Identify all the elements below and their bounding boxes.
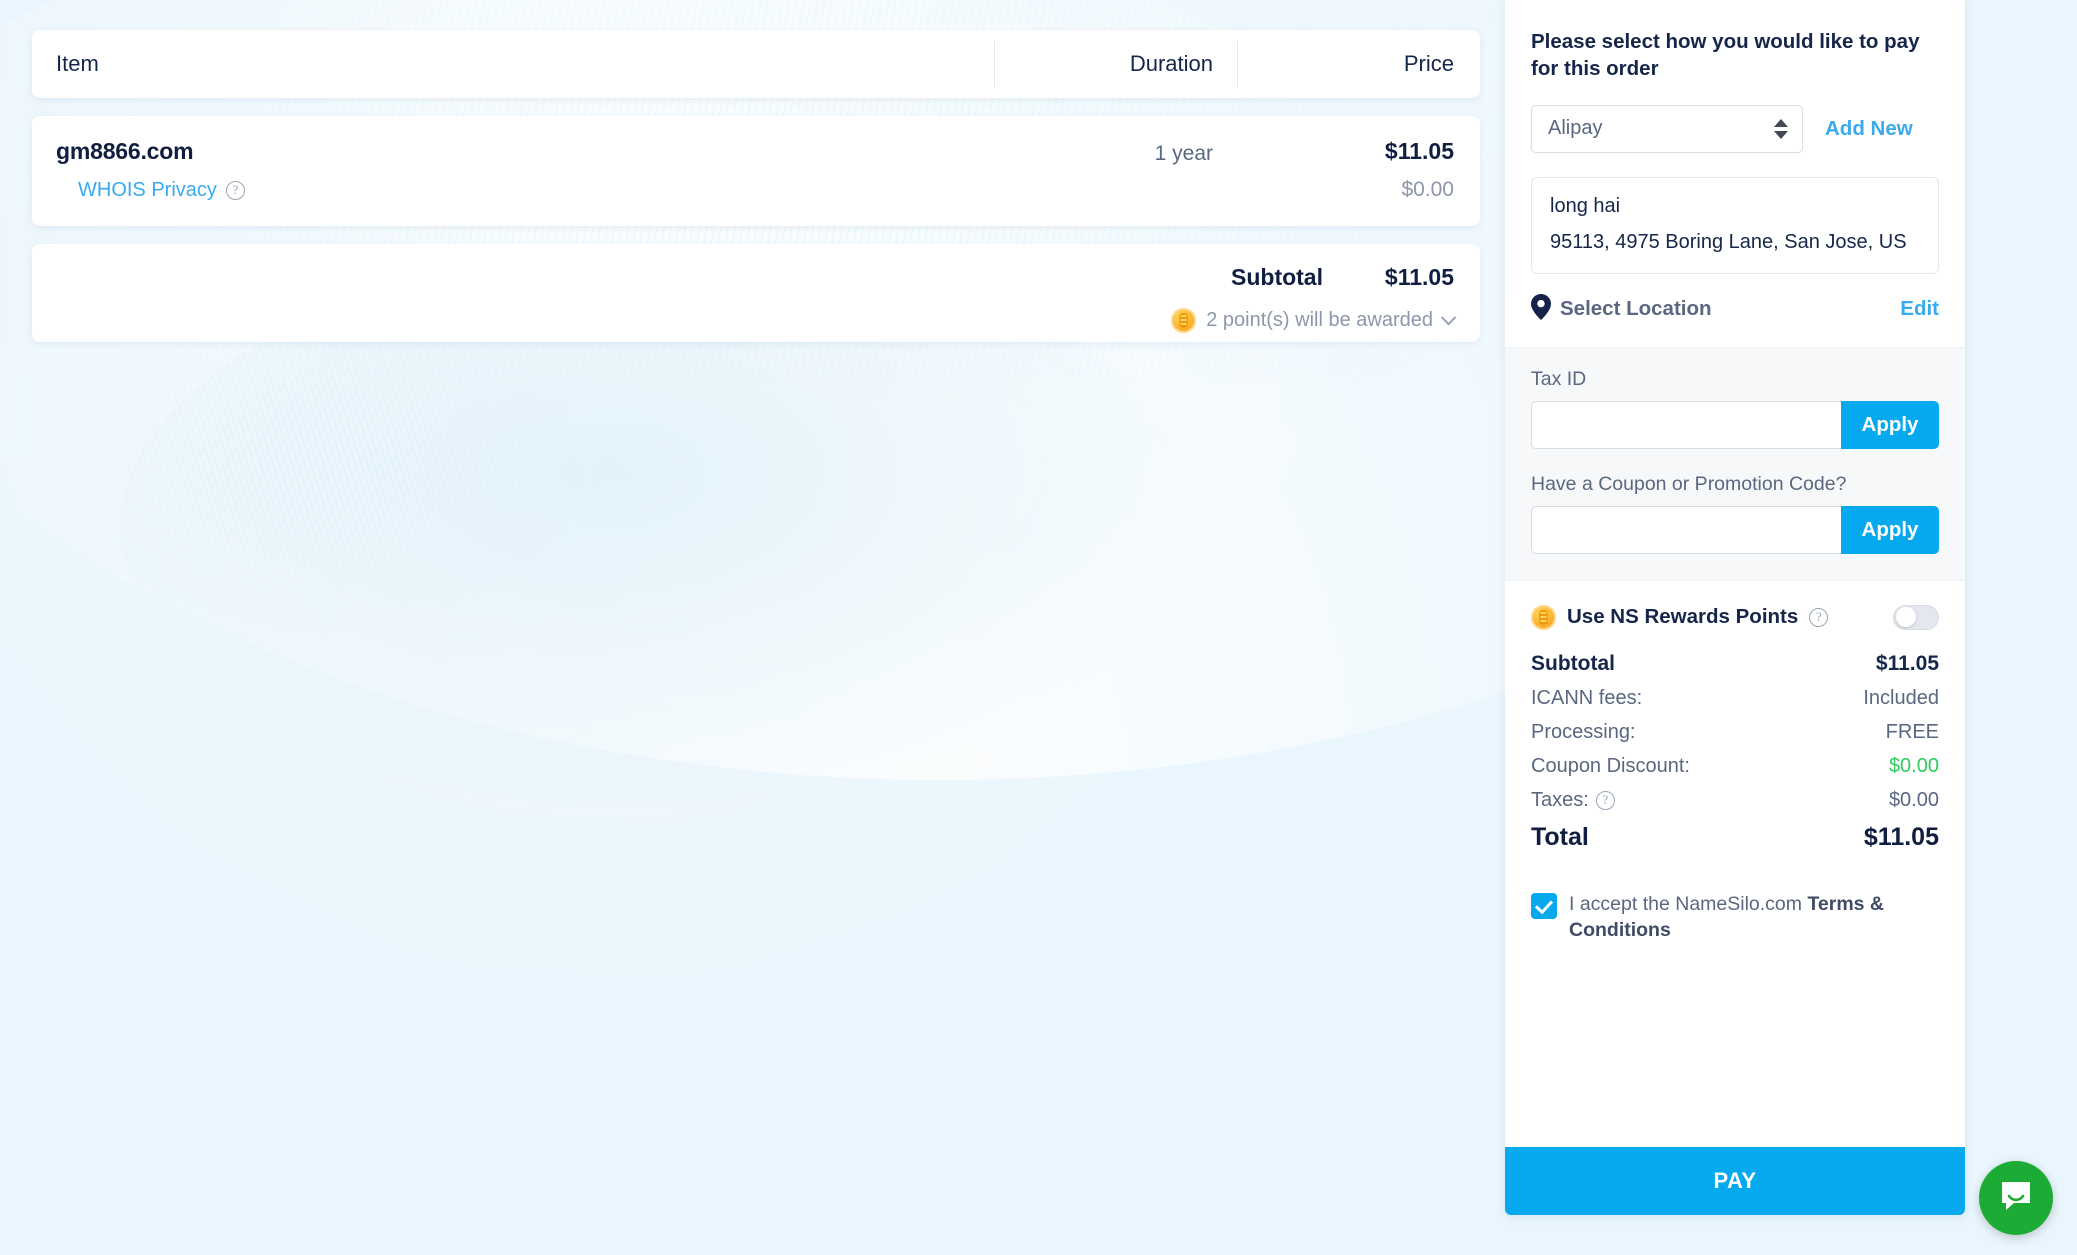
total-line-label: Coupon Discount: (1531, 754, 1690, 777)
rewards-points-label: Use NS Rewards Points (1567, 605, 1799, 628)
addon-row: WHOIS Privacy ? (56, 179, 994, 202)
payment-panel: Please select how you would like to pay … (1505, 0, 1965, 1215)
order-totals: Subtotal $11.05 ICANN fees: Included Process… (1505, 630, 1965, 852)
column-header-price: Price (1237, 41, 1480, 87)
select-location-label: Select Location (1560, 297, 1712, 320)
tax-id-label: Tax ID (1531, 367, 1587, 390)
tax-id-apply-button[interactable]: Apply (1841, 400, 1939, 449)
rewards-points-toggle[interactable] (1893, 604, 1939, 630)
line-items-card: gm8866.com WHOIS Privacy ? 1 year $11.05… (32, 116, 1480, 226)
total-line-value: $11.05 (1875, 651, 1939, 675)
subtotal-card: Subtotal $11.05 2 point(s) will be award… (32, 244, 1480, 342)
total-line: Subtotal $11.05 (1531, 652, 1939, 676)
spinner-arrows-icon[interactable] (1774, 118, 1788, 139)
total-line-value: Included (1863, 686, 1939, 709)
total-line: ICANN fees: Included (1531, 687, 1939, 710)
subtotal-label: Subtotal (1231, 264, 1323, 290)
total-line-value: $11.05 (1863, 822, 1939, 851)
order-summary-table: Item Duration Price gm8866.com WHOIS Pri… (32, 30, 1480, 342)
total-line: Processing: FREE (1531, 721, 1939, 744)
item-description-cell: gm8866.com WHOIS Privacy ? (32, 138, 994, 202)
add-new-payment-link[interactable]: Add New (1825, 117, 1913, 141)
billing-address-box: long hai 95113, 4975 Boring Lane, San Jo… (1531, 176, 1939, 274)
coupon-input[interactable] (1531, 505, 1841, 554)
rewards-coin-icon (1171, 308, 1197, 333)
domain-name: gm8866.com (56, 138, 194, 164)
total-line-value: $0.00 (1888, 754, 1939, 777)
total-line-label: Total (1531, 822, 1589, 851)
column-header-item: Item (56, 51, 99, 76)
payment-method-row: Alipay Add New (1505, 83, 1965, 153)
edit-location-link[interactable]: Edit (1900, 297, 1939, 321)
coupon-label: Have a Coupon or Promotion Code? (1531, 472, 1847, 495)
table-header-row: Item Duration Price (32, 30, 1480, 98)
rewards-points-row: Use NS Rewards Points ? (1505, 581, 1965, 630)
chat-launcher-button[interactable] (1979, 1161, 2053, 1235)
terms-text: I accept the NameSilo.com Terms & Condit… (1569, 891, 1939, 945)
coupon-group: Apply (1531, 505, 1939, 554)
column-header-duration: Duration (994, 41, 1237, 87)
total-line-label: Processing: (1531, 720, 1636, 743)
terms-prefix: I accept the NameSilo.com (1569, 892, 1808, 915)
terms-row[interactable]: I accept the NameSilo.com Terms & Condit… (1505, 863, 1965, 945)
help-circle-icon[interactable]: ? (1595, 790, 1615, 810)
item-duration: 1 year (1154, 142, 1213, 165)
address-name: long hai (1550, 194, 1621, 217)
payment-method-select[interactable]: Alipay (1531, 104, 1803, 153)
select-location-row[interactable]: Select Location Edit (1505, 274, 1965, 347)
pay-button[interactable]: PAY (1505, 1147, 1965, 1215)
total-line-label: ICANN fees: (1531, 686, 1643, 709)
chevron-down-icon[interactable] (1440, 309, 1457, 326)
addon-price: $0.00 (1401, 178, 1454, 201)
total-line: Coupon Discount: $0.00 (1531, 755, 1939, 778)
total-line-value: FREE (1885, 720, 1939, 743)
help-circle-icon[interactable]: ? (225, 181, 245, 200)
total-line-value: $0.00 (1888, 788, 1939, 811)
table-row: gm8866.com WHOIS Privacy ? 1 year $11.05… (32, 116, 1480, 226)
tax-id-input[interactable] (1531, 400, 1841, 449)
points-awarded-row[interactable]: 2 point(s) will be awarded (1171, 308, 1457, 333)
subtotal-value: $11.05 (1384, 264, 1454, 290)
rewards-coin-icon (1531, 604, 1556, 630)
total-line: Total $11.05 (1531, 823, 1939, 852)
chat-bubble-icon (1998, 1178, 2034, 1219)
payment-heading: Please select how you would like to pay … (1531, 30, 1920, 81)
total-line: Taxes:? $0.00 (1531, 789, 1939, 812)
terms-checkbox[interactable] (1531, 892, 1557, 919)
whois-privacy-link[interactable]: WHOIS Privacy (78, 179, 217, 202)
help-circle-icon[interactable]: ? (1809, 607, 1829, 627)
tax-id-group: Apply (1531, 400, 1939, 449)
payment-method-value: Alipay (1548, 117, 1603, 139)
codes-section: Tax ID Apply Have a Coupon or Promotion … (1505, 346, 1965, 581)
points-awarded-text: 2 point(s) will be awarded (1206, 309, 1433, 331)
coupon-apply-button[interactable]: Apply (1841, 505, 1939, 554)
total-line-label: Taxes:? (1531, 789, 1615, 812)
total-line-label: Subtotal (1531, 651, 1615, 675)
address-line: 95113, 4975 Boring Lane, San Jose, US (1550, 230, 1907, 253)
checkout-page: Item Duration Price gm8866.com WHOIS Pri… (0, 0, 2077, 1255)
subtotal-row: Subtotal $11.05 (1231, 264, 1454, 291)
map-pin-icon (1531, 293, 1551, 325)
item-price: $11.05 (1384, 138, 1454, 164)
item-price-cell: $11.05 $0.00 (1237, 138, 1480, 202)
